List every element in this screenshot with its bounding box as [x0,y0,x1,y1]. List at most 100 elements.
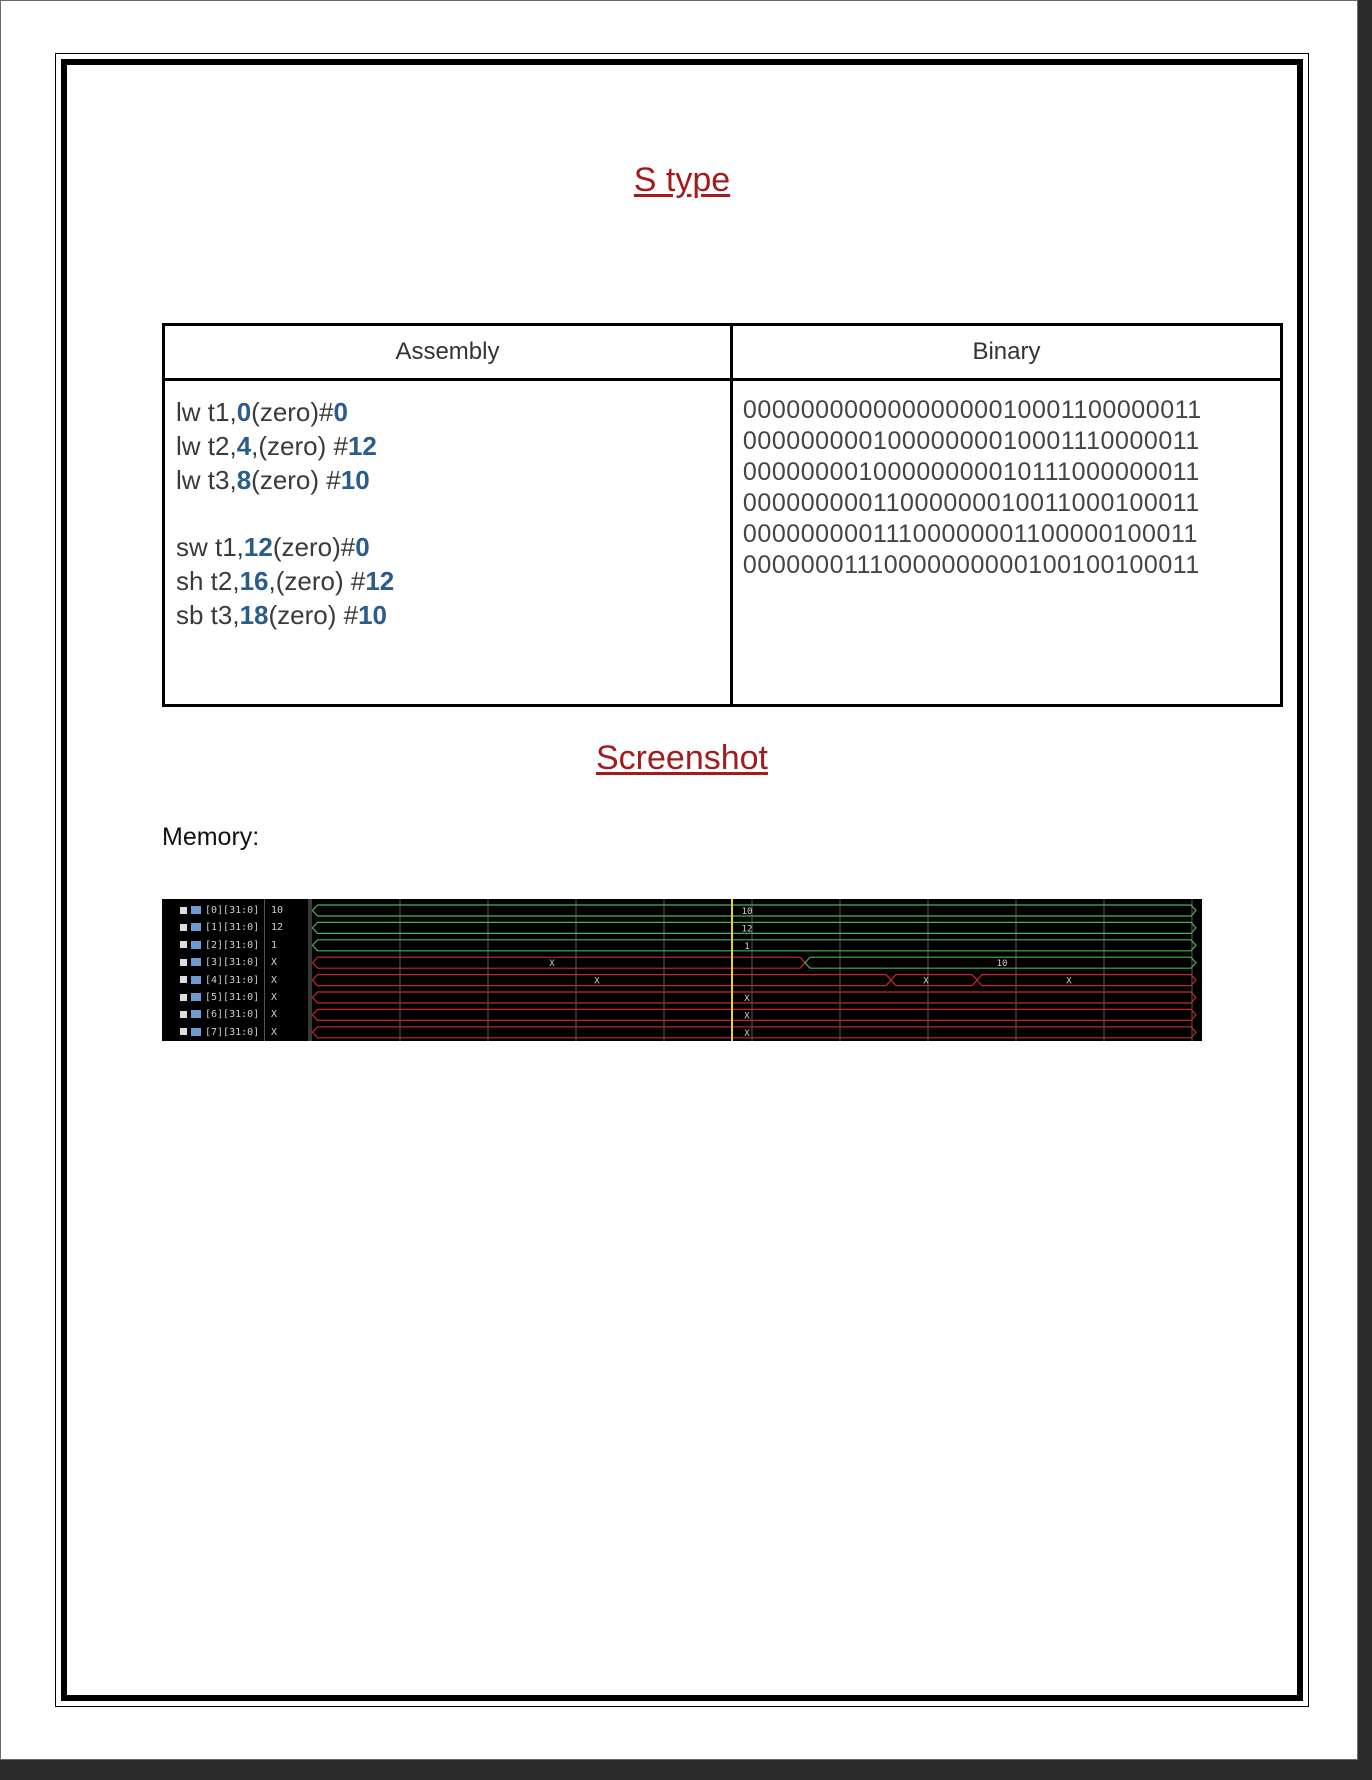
assembly-text: (zero) # [268,600,359,630]
assembly-text: ,(zero) # [251,431,348,461]
signal-icon [191,940,201,949]
waveform-segment [312,991,1197,1004]
assembly-text: (zero)# [251,397,334,427]
binary-line: 00000000011100000001100000100011 [742,520,1199,548]
assembly-operand: 16 [239,566,269,596]
assembly-operand: 0 [333,397,348,427]
signal-name-text: [6][31:0] [205,1009,260,1021]
signal-icon [191,1027,201,1036]
signal-icon [191,923,201,932]
signal-name-text: [0][31:0] [205,905,260,916]
expand-icon[interactable] [180,1010,187,1018]
waveform-segment [312,974,892,987]
binary-line: 00000000010000000010001110000011 [742,427,1200,455]
binary-header: Binary [731,326,1280,381]
assembly-text: lw t3, [176,465,237,495]
assembly-operand: 18 [239,600,269,630]
waveform-segment-label: X [923,977,929,987]
instruction-table: Assembly Binary lw t1,0(zero)#0 lw t2,4,(… [162,323,1283,707]
waveform-segment-label: X [1066,977,1072,987]
waveform-signal-name[interactable]: [5][31:0] [180,989,259,1006]
waveform-signal-value: X [271,957,278,969]
waveform-segment [312,1026,1197,1039]
assembly-text: sb t3, [176,600,240,630]
waveform-signal-names: [0][31:0] [1][31:0] [2][31:0] [3][31:0] [4][… [162,899,262,1041]
signal-name-text: [2][31:0] [205,939,260,951]
assembly-line [176,497,730,530]
waveform-signal-value: 1 [271,939,278,951]
assembly-operand: 10 [340,465,370,495]
assembly-line: sh t2,16,(zero) #12 [176,564,730,598]
waveform-segment-label: X [549,959,555,969]
expand-icon[interactable] [180,958,187,966]
waveform-segment-label: 10 [997,959,1008,969]
page-title: S type [633,161,731,199]
binary-line: 00000000011000000010011000100011 [742,489,1200,517]
waveform-segment-label: 1 [744,942,749,952]
document-page: S type Assembly Binary lw t1,0(zero)#0 lw… [0,0,1358,1760]
assembly-operand: 12 [243,532,273,562]
waveform-signal-name[interactable]: [0][31:0] [180,902,259,919]
assembly-text: (zero)# [272,532,356,562]
waveform-segment-label: X [744,1029,750,1039]
assembly-operand: 0 [236,397,252,427]
assembly-operand: 8 [236,465,252,495]
expand-icon[interactable] [180,941,187,949]
waveform-signal-value: 12 [271,922,284,934]
assembly-line: lw t3,8(zero) #10 [176,463,730,497]
assembly-text: lw t1, [176,397,237,427]
signal-icon [191,906,201,914]
binary-cell: 00000000000000000010001100000011 00000000… [731,380,1280,705]
binary-list: 00000000000000000010001100000011 00000000… [733,381,1280,581]
page-border-inner [61,59,1303,1701]
waveform-signal-name[interactable]: [4][31:0] [180,972,259,989]
signal-name-text: [1][31:0] [205,922,260,934]
waveform-signal-values: 10 12 1 X X X X X [264,899,309,1041]
waveform-segment-label: X [594,977,600,987]
assembly-text: (zero) # [251,465,341,495]
assembly-line: sb t3,18(zero) #10 [176,598,730,632]
assembly-operand: 12 [365,566,395,596]
assembly-header: Assembly [165,326,733,381]
assembly-operand: 10 [358,600,388,630]
waveform-signal-name[interactable]: [2][31:0] [180,937,259,954]
waveform-signal-name[interactable]: [7][31:0] [180,1024,259,1041]
signal-name-text: [4][31:0] [205,974,260,986]
waveform-signal-name[interactable]: [3][31:0] [180,954,259,971]
waveform-screenshot: [0][31:0] [1][31:0] [2][31:0] [3][31:0] [4][… [162,899,1202,1041]
binary-line: 00000000100000000010111000000011 [742,458,1200,486]
assembly-cell: lw t1,0(zero)#0 lw t2,4,(zero) #12 lw t3,8… [165,379,733,704]
assembly-line: lw t1,0(zero)#0 [176,395,730,429]
expand-icon[interactable] [180,1028,187,1036]
expand-icon[interactable] [180,993,187,1001]
assembly-text: sw t1, [176,532,244,562]
waveform-segment [312,939,1197,952]
signal-name-text: [3][31:0] [205,957,260,969]
waveform-segment-label: X [744,1011,750,1021]
waveform-signal-name[interactable]: [6][31:0] [180,1006,259,1023]
waveform-signal-value: X [271,1009,278,1021]
signal-name-text: [5][31:0] [205,992,260,1003]
waveform-segment [312,904,1197,917]
screenshot-heading: Screenshot [596,739,768,777]
memory-label: Memory: [162,823,260,851]
waveform-signal-name[interactable]: [1][31:0] [180,919,259,936]
expand-icon[interactable] [180,906,187,914]
binary-line: 00000001110000000000100100100011 [742,551,1200,579]
waveform-segment-label: 12 [742,924,753,934]
waveform-segment-label: X [744,994,750,1004]
waveform-segment [890,974,978,987]
waveform-segment [976,974,1197,987]
assembly-line: sw t1,12(zero)#0 [176,530,730,564]
assembly-operand: 0 [355,532,370,562]
expand-icon[interactable] [180,923,187,931]
waveform-segment [312,1008,1197,1021]
assembly-list: lw t1,0(zero)#0 lw t2,4,(zero) #12 lw t3,8… [165,381,730,632]
assembly-operand: 4 [236,431,252,461]
assembly-line: lw t2,4,(zero) #12 [176,429,730,463]
assembly-text: sh t2, [176,566,240,596]
waveform-traces: 10121X 10X X XXXX [312,899,1197,1041]
expand-icon[interactable] [180,976,187,984]
signal-icon [191,958,201,967]
signal-icon [191,1010,201,1019]
